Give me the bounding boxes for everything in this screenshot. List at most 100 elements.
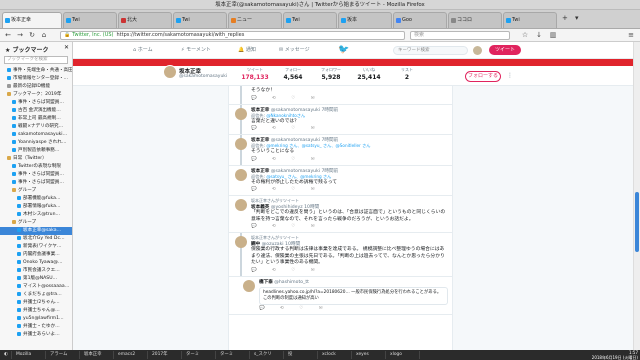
bookmark-item[interactable]: sakamotomasayuki… [0,131,72,139]
taskbar-item[interactable]: 投 [286,351,318,359]
taskbar-item[interactable]: アラーム [48,351,80,359]
tweet-actions[interactable]: 💬 ⟲ ♡ ✉ [251,187,448,192]
taskbar-item[interactable]: s_スクリ [252,351,284,359]
avatar[interactable] [235,199,247,211]
taskbar-item[interactable]: 坂本正幸 [82,351,114,359]
tab-3[interactable]: Twi [173,12,227,28]
taskbar-item[interactable]: 2017年 [150,351,182,359]
home-button[interactable]: ⌂ [39,31,49,40]
bookmark-item[interactable]: グループ [0,187,72,195]
bookmark-item[interactable]: 弁護士ちゃん@… [0,307,72,315]
avatar[interactable] [235,168,247,181]
bookmark-item[interactable]: 事件・さらば同盟員… [0,99,72,107]
bookmark-item[interactable]: 戦闘×ナデリの研究… [0,123,72,131]
tweet-actions[interactable]: 💬 ⟲ ♡ ✉ [251,96,448,101]
bookmark-item[interactable]: 木村シス@trun… [0,211,72,219]
follow-button[interactable]: フォローする [465,71,501,82]
tab-1[interactable]: Twi [63,12,117,28]
bookmark-item[interactable]: yu5n@lawfirm1… [0,315,72,323]
tweet[interactable]: 坂本正幸さんがリツイート 鋼中 @ozuzaki 10時間 保険業の行政する判断は法… [229,233,452,277]
back-button[interactable]: ← [3,31,13,40]
bookmark-item[interactable]: 古百 金沢演出機能… [0,107,72,115]
taskbar-item[interactable]: ターミ [184,351,216,359]
bookmark-item[interactable]: 事件・さらば同盟員… [0,171,72,179]
scrollbar-thumb[interactable] [635,192,639,252]
browser-search-input[interactable]: 検索 [410,31,510,40]
bookmark-item[interactable]: 内閣府会議事業… [0,251,72,259]
tweet[interactable]: そうなか！ 💬 ⟲ ♡ ✉ [229,86,452,105]
bookmark-item[interactable]: くまだちょ@tra… [0,291,72,299]
bookmark-item[interactable]: 事件・さらば同盟員… [0,179,72,187]
tweet-author[interactable]: 橋下泰 [259,280,273,285]
bookmark-item[interactable]: 弁護士あらいよ… [0,331,72,339]
bookmark-item[interactable]: 新発表(ワイクヤ… [0,243,72,251]
bookmark-item[interactable]: 最新の記録ID機能 [0,83,72,91]
bookmark-item[interactable]: 戸別製造依頼事務… [0,147,72,155]
taskbar-item[interactable]: ◐ [2,351,12,359]
page-scrollbar[interactable] [633,42,640,350]
bookmark-item[interactable]: Twitterの表現な制限 [0,163,72,171]
tweet[interactable]: 坂本正幸 @sakamotomasayuki 7時間前 返信先: @Nkanokn… [229,104,452,135]
avatar[interactable] [235,107,247,120]
tweet-actions[interactable]: 💬 ⟲ ♡ ✉ [251,126,448,131]
taskbar-item[interactable]: emacs2 [116,351,148,359]
tweet-actions[interactable]: 💬 ⟲ ♡ ✉ [251,224,448,229]
tab-2[interactable]: 北大 [118,12,172,28]
profile-stat[interactable]: いいね 25,414 [352,67,386,81]
bookmark-item[interactable]: 市場情報センター登録・… [0,75,72,83]
tweet-button[interactable]: ツイート [489,45,521,55]
forward-button[interactable]: → [15,31,25,40]
reply-target[interactable]: @mekring さん、@satsyu_ さん、@Sonitleller さん [266,143,370,148]
bookmark-item[interactable]: グループ [0,219,72,227]
bookmark-item[interactable]: マイスト@ossaaaa… [0,283,72,291]
taskbar-item[interactable]: xlogo [388,351,420,359]
taskbar-item[interactable]: xclock [320,351,352,359]
profile-stat[interactable]: フォロー 4,564 [276,67,310,81]
twitter-search-input[interactable]: キーワード検索 [393,46,468,55]
profile-avatar[interactable] [163,65,177,79]
tweet[interactable]: 坂本正幸 @sakamotomasayuki 7時間前 返信先: @satsyu_… [229,166,452,196]
bookmark-item[interactable]: 第1版@NASU… [0,275,72,283]
avatar[interactable] [473,46,482,55]
profile-stat[interactable]: ツイート 178,133 [238,67,272,81]
avatar[interactable] [235,236,247,248]
nav-moments[interactable]: ⚡ モーメント [181,45,211,55]
link-card[interactable]: headlines.yahoo.co.jp/hl?a=20180620… 一般市… [259,286,448,305]
reply-target[interactable]: @Nkanoknihtoさん [266,113,305,118]
avatar[interactable] [243,279,255,292]
bookmark-item[interactable]: 部署機能@fuka… [0,195,72,203]
tab-0[interactable]: 坂本正幸 [2,12,62,28]
reload-button[interactable]: ↻ [27,31,37,40]
tab-7[interactable]: Goo [393,12,447,28]
reply-target[interactable]: @satsyu_ さん、@mekring さん [266,174,331,179]
taskbar-item[interactable]: xeyes [354,351,386,359]
profile-stat[interactable]: リスト 2 [390,67,424,81]
bookmarks-icon[interactable]: ☆ [520,31,530,40]
taskbar-item[interactable]: Mozilla [14,351,46,359]
bookmark-item[interactable]: 部署情報@fuka… [0,203,72,211]
downloads-icon[interactable]: ↓ [534,31,544,40]
bookmark-item[interactable]: 日常（Twitter） [0,155,72,163]
bookmark-item[interactable]: Yoanniyaspe されれ… [0,139,72,147]
bookmark-item[interactable]: 市民会議スクエ… [0,267,72,275]
tab-9[interactable]: Twi [503,12,557,28]
bookmark-item[interactable]: 非常上司 最高規制… [0,115,72,123]
bookmark-item[interactable]: 坂北介Gy Yed Dc… [0,235,72,243]
tweet-actions[interactable]: 💬 ⟲ ♡ ✉ [251,268,448,273]
nav-messages[interactable]: ✉ メッセージ [279,45,310,55]
bookmark-item[interactable]: 坂本正幸@saka… [0,227,72,235]
tweet-actions[interactable]: 💬 ⟲ ♡ ✉ [251,157,448,162]
tweet[interactable]: 坂本正幸 @sakamotomasayuki 7時間前 返信先: @mekring… [229,135,452,166]
avatar[interactable] [235,138,247,150]
menu-icon[interactable]: ≡ [626,31,636,40]
bookmark-item[interactable]: 弁護士/2ちゃん… [0,299,72,307]
tweet-actions[interactable]: 💬 ⟲ ♡ ✉ [259,306,448,311]
taskbar-item[interactable]: ターミ [218,351,250,359]
library-icon[interactable]: ▥ [548,31,558,40]
tab-4[interactable]: ニュー [228,12,282,28]
twitter-bird-icon[interactable]: 🐦 [338,45,349,55]
tweet[interactable]: 坂本正幸さんがリツイート 坂本義英 @yoshihideyz 10時間 「判断をどこ… [229,196,452,233]
new-tab-icon[interactable]: + [562,14,568,22]
more-icon[interactable]: ⋮ [507,72,513,79]
bookmark-item[interactable]: Onoko Tyawa@… [0,259,72,267]
